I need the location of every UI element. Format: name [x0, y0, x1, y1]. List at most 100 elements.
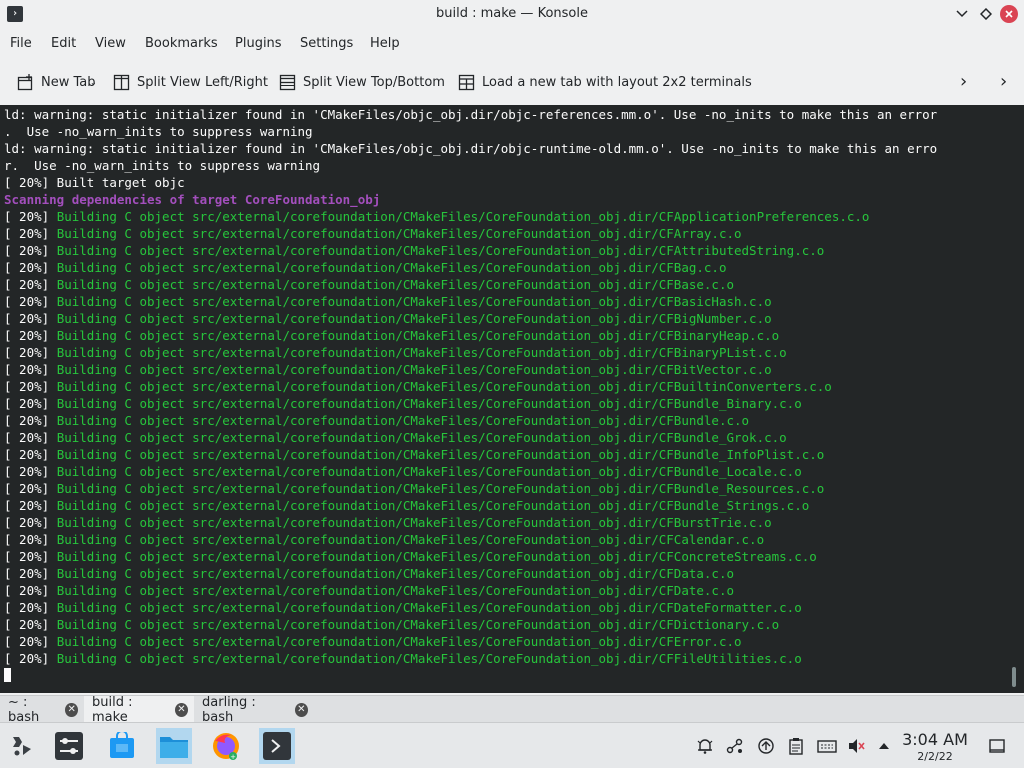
new-tab-label: New Tab — [41, 74, 96, 90]
terminal-line-progress: [ 20%] — [4, 379, 57, 394]
terminal-line-progress: [ 20%] — [4, 328, 57, 343]
terminal-line-text: Building C object src/external/corefound… — [56, 243, 825, 258]
layout-2x2-label: Load a new tab with layout 2x2 terminals — [482, 74, 752, 90]
clipboard-icon[interactable] — [787, 737, 805, 755]
konsole-icon[interactable] — [259, 728, 295, 764]
application-launcher-icon[interactable] — [4, 728, 40, 764]
tab-darling-bash[interactable]: darling : bash ✕ — [194, 695, 314, 725]
toolbar: New Tab ⌄ Split View Left/Right Split Vi… — [0, 62, 1024, 100]
terminal-line-text: Building C object src/external/corefound… — [56, 634, 742, 649]
terminal-line-text: Scanning dependencies of target CoreFoun… — [4, 192, 381, 207]
close-icon[interactable]: ✕ — [174, 702, 188, 717]
maximize-button[interactable] — [977, 5, 995, 23]
terminal-line: [ 20%] Building C object src/external/co… — [4, 259, 1004, 276]
terminal-line-text: Building C object src/external/corefound… — [56, 226, 742, 241]
terminal-line-text: Building C object src/external/corefound… — [56, 498, 810, 513]
tab-label: ~ : bash — [8, 694, 40, 725]
terminal-line-text: Building C object src/external/corefound… — [56, 464, 802, 479]
notifications-icon[interactable] — [696, 737, 714, 755]
terminal-line: [ 20%] Building C object src/external/co… — [4, 378, 1004, 395]
terminal-line: [ 20%] Building C object src/external/co… — [4, 548, 1004, 565]
terminal-line-progress: [ 20%] — [4, 311, 57, 326]
menu-settings[interactable]: Settings — [300, 36, 353, 51]
clock-time[interactable]: 3:04 AM — [898, 730, 972, 749]
terminal-line: ld: warning: static initializer found in… — [4, 140, 1004, 157]
new-tab-button[interactable]: New Tab — [17, 72, 96, 92]
discover-store-icon[interactable] — [104, 728, 140, 764]
close-icon[interactable]: ✕ — [65, 702, 78, 717]
menu-bookmarks[interactable]: Bookmarks — [145, 36, 218, 51]
terminal-line-text: Building C object src/external/corefound… — [56, 396, 802, 411]
title-bar: › build : make — Konsole — [0, 0, 1024, 29]
terminal-line-text: r. Use -no_warn_inits to suppress warnin… — [4, 158, 321, 173]
tab-bash-home[interactable]: ~ : bash ✕ — [0, 694, 84, 725]
keyboard-icon[interactable] — [817, 737, 837, 755]
window-title: build : make — Konsole — [436, 6, 588, 21]
terminal-line: [ 20%] Building C object src/external/co… — [4, 582, 1004, 599]
terminal-line-text: Building C object src/external/corefound… — [56, 583, 734, 598]
split-top-bottom-button[interactable]: Split View Top/Bottom — [279, 72, 445, 92]
terminal-view[interactable]: ld: warning: static initializer found in… — [0, 105, 1024, 693]
terminal-line-text: Building C object src/external/corefound… — [56, 651, 802, 666]
volume-muted-icon[interactable] — [847, 737, 865, 755]
network-icon[interactable] — [726, 737, 744, 755]
terminal-scrollbar[interactable] — [1012, 667, 1016, 687]
terminal-line-text: Building C object src/external/corefound… — [56, 515, 772, 530]
terminal-line: [ 20%] Building C object src/external/co… — [4, 480, 1004, 497]
terminal-line-text: Building C object src/external/corefound… — [56, 277, 734, 292]
terminal-line-progress: [ 20%] — [4, 447, 57, 462]
terminal-line: [ 20%] Building C object src/external/co… — [4, 344, 1004, 361]
close-icon[interactable]: ✕ — [294, 702, 308, 717]
tray-expand-icon[interactable] — [875, 737, 893, 755]
terminal-line: [ 20%] Building C object src/external/co… — [4, 565, 1004, 582]
dolphin-file-manager-icon[interactable] — [156, 728, 192, 764]
terminal-line-progress: [ 20%] — [4, 277, 57, 292]
terminal-line-progress: [ 20%] — [4, 209, 57, 224]
terminal-line-progress: [ 20%] — [4, 413, 57, 428]
terminal-line: [ 20%] Building C object src/external/co… — [4, 242, 1004, 259]
layout-2x2-button[interactable]: Load a new tab with layout 2x2 terminals — [458, 72, 752, 92]
terminal-line: [ 20%] Building C object src/external/co… — [4, 412, 1004, 429]
toolbar-overflow-icon[interactable]: › — [1000, 71, 1007, 92]
terminal-line-text: Building C object src/external/corefound… — [56, 379, 832, 394]
terminal-line: [ 20%] Building C object src/external/co… — [4, 446, 1004, 463]
show-desktop-icon[interactable] — [988, 737, 1006, 755]
grid-layout-icon — [458, 74, 475, 90]
terminal-line: [ 20%] Building C object src/external/co… — [4, 361, 1004, 378]
terminal-line-progress: [ 20%] — [4, 226, 57, 241]
terminal-line: ld: warning: static initializer found in… — [4, 106, 1004, 123]
menu-edit[interactable]: Edit — [51, 36, 76, 51]
terminal-line-text: Building C object src/external/corefound… — [56, 430, 787, 445]
terminal-line-text: Building C object src/external/corefound… — [56, 328, 780, 343]
new-tab-icon — [17, 73, 33, 90]
terminal-line-progress: [ 20%] — [4, 260, 57, 275]
system-settings-icon[interactable] — [51, 728, 87, 764]
tab-bar: ~ : bash ✕ build : make ✕ darling : bash… — [0, 694, 1024, 725]
updates-icon[interactable] — [757, 737, 775, 755]
svg-text:+: + — [230, 753, 236, 761]
terminal-line: [ 20%] Building C object src/external/co… — [4, 293, 1004, 310]
terminal-line: [ 20%] Building C object src/external/co… — [4, 514, 1004, 531]
menu-file[interactable]: File — [10, 36, 32, 51]
menu-view[interactable]: View — [95, 36, 126, 51]
split-horizontal-icon — [279, 74, 296, 90]
terminal-line: [ 20%] Building C object src/external/co… — [4, 225, 1004, 242]
terminal-line: [ 20%] Building C object src/external/co… — [4, 599, 1004, 616]
new-tab-dropdown-icon[interactable]: ⌄ — [90, 78, 97, 87]
minimize-button[interactable] — [953, 5, 971, 23]
terminal-line-text: Building C object src/external/corefound… — [56, 311, 772, 326]
terminal-line: [ 20%] Building C object src/external/co… — [4, 276, 1004, 293]
terminal-line: [ 20%] Building C object src/external/co… — [4, 633, 1004, 650]
terminal-line: [ 20%] Building C object src/external/co… — [4, 327, 1004, 344]
terminal-line-progress: [ 20%] — [4, 634, 57, 649]
toolbar-scroll-right-icon[interactable]: › — [960, 71, 967, 92]
clock-date[interactable]: 2/2/22 — [898, 750, 972, 763]
menu-help[interactable]: Help — [370, 36, 400, 51]
split-left-right-button[interactable]: Split View Left/Right — [113, 72, 268, 92]
close-button[interactable] — [1000, 5, 1018, 23]
terminal-line-text: Building C object src/external/corefound… — [56, 209, 870, 224]
firefox-icon[interactable]: + — [208, 728, 244, 764]
menu-plugins[interactable]: Plugins — [235, 36, 282, 51]
tab-build-make[interactable]: build : make ✕ — [84, 695, 194, 725]
split-vertical-icon — [113, 74, 130, 90]
